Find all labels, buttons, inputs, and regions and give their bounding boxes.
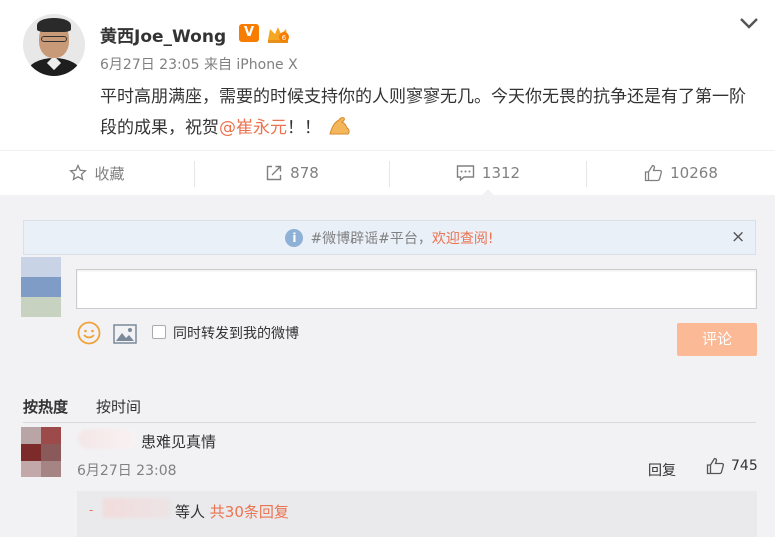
comment-like-button[interactable]: 745: [706, 457, 758, 475]
sort-by-time-tab[interactable]: 按时间: [96, 396, 141, 417]
view-replies-link[interactable]: 共30条回复: [210, 503, 289, 521]
flexed-biceps-icon: [329, 117, 350, 135]
post-content: 平时高朋满座，需要的时候支持你的人则寥寥无几。今天你无畏的抗争还是有了第一阶段的…: [100, 82, 760, 144]
comment-input[interactable]: [76, 269, 757, 309]
comment-time: 6月27日 23:08: [77, 463, 177, 479]
info-icon: i: [285, 228, 304, 247]
replier-names-blurred: [103, 498, 171, 518]
comment-section: i #微博辟谣#平台， 欢迎查阅! × 同时转发到我的微博 评论 按热度 按时间: [0, 195, 775, 537]
reply-button[interactable]: 回复: [648, 460, 676, 480]
comment-button[interactable]: 1312: [390, 151, 586, 196]
also-repost-label[interactable]: 同时转发到我的微博: [173, 323, 299, 343]
emoji-smile-icon[interactable]: [77, 321, 101, 345]
blurred-avatar-image: [21, 427, 61, 477]
thumbs-up-icon: [644, 164, 663, 182]
comment-count: 1312: [481, 164, 521, 182]
svg-text:6: 6: [282, 34, 287, 42]
rumor-notice: i #微博辟谣#平台， 欢迎查阅!: [23, 220, 756, 255]
avatar-glasses: [41, 36, 67, 42]
thumbs-up-icon: [706, 457, 725, 475]
notice-link[interactable]: 欢迎查阅!: [432, 228, 494, 248]
repost-button[interactable]: 878: [195, 151, 389, 195]
comment-like-count: 745: [731, 458, 758, 474]
my-avatar: [21, 257, 61, 319]
avatar-block: [21, 277, 61, 297]
notice-text: #微博辟谣#平台，: [310, 230, 432, 247]
image-icon[interactable]: [113, 324, 137, 344]
mention-link[interactable]: @崔永元: [219, 118, 287, 138]
comment-icon: [456, 165, 475, 182]
avatar-block: [21, 297, 61, 317]
commenter-name-blurred[interactable]: [78, 429, 136, 449]
comment-text: 患难见真情: [141, 433, 217, 451]
weibo-post-card: 黄西Joe_Wong V 6 6月27日 23:05 来自 iPhone X 平…: [0, 0, 775, 537]
favorite-label: 收藏: [94, 164, 125, 183]
avatar-hair: [37, 18, 71, 32]
author-avatar[interactable]: [23, 14, 85, 76]
repost-icon: [266, 165, 282, 181]
author-name[interactable]: 黄西Joe_Wong: [100, 22, 226, 47]
replies-text: 等人 共30条回复: [175, 501, 289, 522]
close-icon[interactable]: ×: [731, 227, 745, 247]
avatar-block: [21, 257, 61, 277]
replies-prefix: 等人: [175, 503, 206, 521]
chevron-down-icon[interactable]: [738, 16, 760, 30]
star-icon: [69, 164, 88, 181]
like-count: 10268: [670, 164, 718, 182]
commenter-avatar[interactable]: [21, 427, 61, 477]
replies-summary: - 等人 共30条回复: [77, 491, 757, 537]
reply-bullet: -: [89, 503, 94, 517]
member-crown-icon: 6: [268, 27, 289, 43]
repost-count: 878: [290, 164, 319, 182]
verified-v-icon: V: [239, 24, 259, 42]
favorite-button[interactable]: 收藏: [0, 151, 194, 195]
also-repost-checkbox[interactable]: [152, 325, 166, 339]
sort-by-hot-tab[interactable]: 按热度: [23, 396, 68, 417]
like-button[interactable]: 10268: [587, 151, 775, 195]
submit-comment-button[interactable]: 评论: [677, 323, 757, 356]
post-meta: 6月27日 23:05 来自 iPhone X: [100, 57, 298, 73]
action-bar: 收藏 878 1312 10268: [0, 150, 775, 196]
divider: [23, 422, 756, 423]
post-text: 平时高朋满座，需要的时候支持你的人则寥寥无几。今天你无畏的抗争还是有了第一阶段的…: [100, 87, 746, 138]
post-text-end: ！！: [287, 118, 321, 138]
